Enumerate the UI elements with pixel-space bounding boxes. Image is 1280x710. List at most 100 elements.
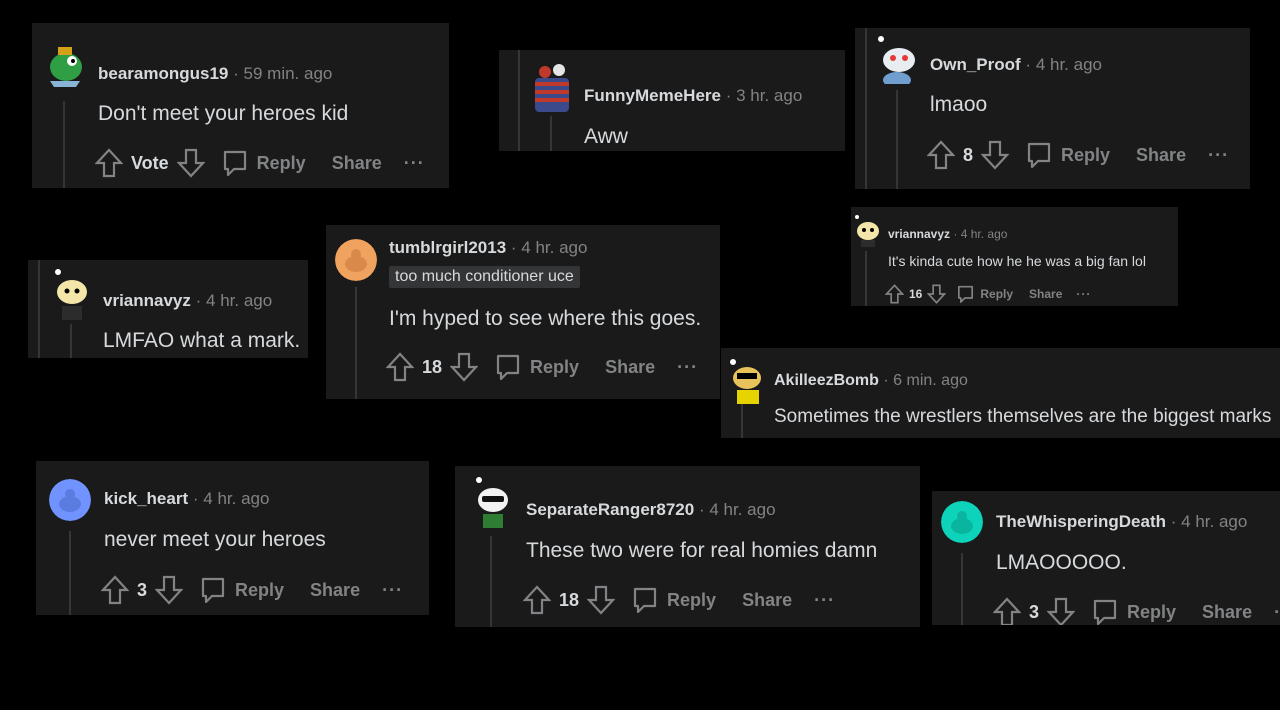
timestamp[interactable]: 3 hr. ago: [736, 86, 802, 105]
comment-card: tumblrgirl2013 · 4 hr. ago too much cond…: [326, 225, 720, 399]
comment-icon: [496, 354, 520, 381]
username[interactable]: vriannavyz: [103, 291, 191, 310]
downvote-icon: [981, 140, 1010, 170]
user-avatar[interactable]: [44, 41, 84, 87]
reply-button[interactable]: Reply: [199, 575, 284, 605]
comment-meta: AkilleezBomb · 6 min. ago: [774, 372, 968, 390]
username[interactable]: bearamongus19: [98, 64, 228, 83]
more-options-button[interactable]: ···: [814, 590, 835, 611]
comment-text: It's kinda cute how he he was a big fan …: [888, 253, 1146, 269]
more-options-button[interactable]: ···: [404, 153, 425, 174]
comment-text: LMAOOOOO.: [996, 551, 1127, 574]
share-button[interactable]: Share: [605, 357, 655, 378]
separator-dot: ·: [195, 291, 202, 310]
thread-line: [961, 553, 963, 625]
comment-icon: [1093, 599, 1117, 625]
snoo-avatar-icon: [49, 479, 91, 521]
upvote-button[interactable]: [523, 585, 551, 615]
username[interactable]: vriannavyz: [888, 227, 950, 241]
more-options-button[interactable]: ···: [382, 580, 403, 601]
username[interactable]: FunnyMemeHere: [584, 86, 721, 105]
user-avatar[interactable]: [49, 479, 91, 521]
snoo-avatar-icon: [941, 501, 983, 543]
user-flair: too much conditioner uce: [389, 266, 580, 288]
user-avatar[interactable]: [941, 501, 983, 543]
timestamp[interactable]: 4 hr. ago: [1181, 512, 1247, 531]
downvote-button[interactable]: [1047, 597, 1076, 625]
vote-count: Vote: [131, 152, 169, 173]
upvote-icon: [885, 284, 904, 304]
user-avatar[interactable]: [875, 34, 919, 84]
comment-text: LMFAO what a mark.: [103, 329, 301, 352]
timestamp[interactable]: 4 hr. ago: [521, 238, 587, 257]
downvote-button[interactable]: [155, 575, 184, 605]
user-avatar[interactable]: [531, 60, 573, 114]
thread-line: [896, 90, 898, 189]
share-button[interactable]: Share: [1136, 145, 1186, 166]
snoo-avatar-icon: [335, 239, 377, 281]
comment-actions: 18 Reply Share ···: [523, 585, 835, 615]
user-avatar[interactable]: [853, 213, 881, 247]
comment-card: bearamongus19 · 59 min. ago Don't meet y…: [32, 23, 449, 188]
reply-button[interactable]: Reply: [1091, 597, 1176, 625]
upvote-icon: [101, 575, 129, 605]
snoo-avatar-icon: [853, 213, 881, 247]
upvote-icon: [95, 148, 123, 178]
share-button[interactable]: Share: [310, 580, 360, 601]
comment-text: Sometimes the wrestlers themselves are t…: [774, 406, 1272, 427]
reply-button[interactable]: Reply: [221, 148, 306, 178]
upvote-button[interactable]: [927, 140, 955, 170]
more-options-button[interactable]: ·: [1274, 602, 1280, 623]
share-button[interactable]: Share: [742, 590, 792, 611]
upvote-button[interactable]: [885, 284, 904, 304]
reply-button[interactable]: Reply: [1025, 140, 1110, 170]
username[interactable]: AkilleezBomb: [774, 372, 879, 389]
username[interactable]: Own_Proof: [930, 55, 1021, 74]
downvote-button[interactable]: [587, 585, 616, 615]
timestamp[interactable]: 59 min. ago: [244, 64, 333, 83]
reply-button[interactable]: Reply: [494, 352, 579, 382]
upvote-button[interactable]: [101, 575, 129, 605]
user-avatar[interactable]: [471, 474, 513, 530]
comment-text: never meet your heroes: [104, 528, 326, 551]
thread-line: [490, 536, 492, 627]
username[interactable]: tumblrgirl2013: [389, 238, 506, 257]
separator-dot: ·: [233, 64, 239, 83]
timestamp[interactable]: 4 hr. ago: [206, 291, 272, 310]
comment-actions: 18 Reply Share ···: [386, 352, 698, 382]
upvote-button[interactable]: [95, 148, 123, 178]
reply-label: Reply: [667, 589, 717, 610]
more-options-button[interactable]: ···: [677, 357, 698, 378]
username[interactable]: TheWhisperingDeath: [996, 512, 1166, 531]
downvote-button[interactable]: [981, 140, 1010, 170]
user-avatar[interactable]: [727, 356, 767, 404]
share-button[interactable]: Share: [332, 153, 382, 174]
downvote-button[interactable]: [450, 352, 479, 382]
upvote-button[interactable]: [993, 597, 1021, 625]
more-options-button[interactable]: ···: [1076, 287, 1091, 301]
vote-count: 3: [137, 579, 148, 600]
downvote-button[interactable]: [927, 284, 947, 304]
timestamp[interactable]: 4 hr. ago: [709, 500, 775, 519]
share-button[interactable]: Share: [1029, 287, 1062, 301]
timestamp[interactable]: 4 hr. ago: [203, 489, 269, 508]
more-options-button[interactable]: ···: [1208, 145, 1229, 166]
upvote-button[interactable]: [386, 352, 414, 382]
timestamp[interactable]: 6 min. ago: [893, 372, 968, 389]
comment-meta: vriannavyz · 4 hr. ago: [888, 227, 1007, 241]
reply-label: Reply: [530, 356, 580, 377]
reply-button[interactable]: Reply: [956, 284, 1013, 304]
downvote-button[interactable]: [176, 148, 205, 178]
timestamp[interactable]: 4 hr. ago: [1036, 55, 1102, 74]
snoo-avatar-icon: [875, 34, 919, 84]
username[interactable]: SeparateRanger8720: [526, 500, 694, 519]
user-avatar[interactable]: [335, 239, 377, 281]
share-button[interactable]: Share: [1202, 602, 1252, 623]
comment-card: vriannavyz · 4 hr. ago It's kinda cute h…: [851, 207, 1178, 306]
user-avatar[interactable]: [50, 266, 92, 322]
username[interactable]: kick_heart: [104, 489, 188, 508]
vote-count: 3: [1029, 601, 1040, 622]
comment-text: Don't meet your heroes kid: [98, 102, 349, 125]
reply-button[interactable]: Reply: [631, 585, 716, 615]
timestamp[interactable]: 4 hr. ago: [961, 227, 1008, 241]
